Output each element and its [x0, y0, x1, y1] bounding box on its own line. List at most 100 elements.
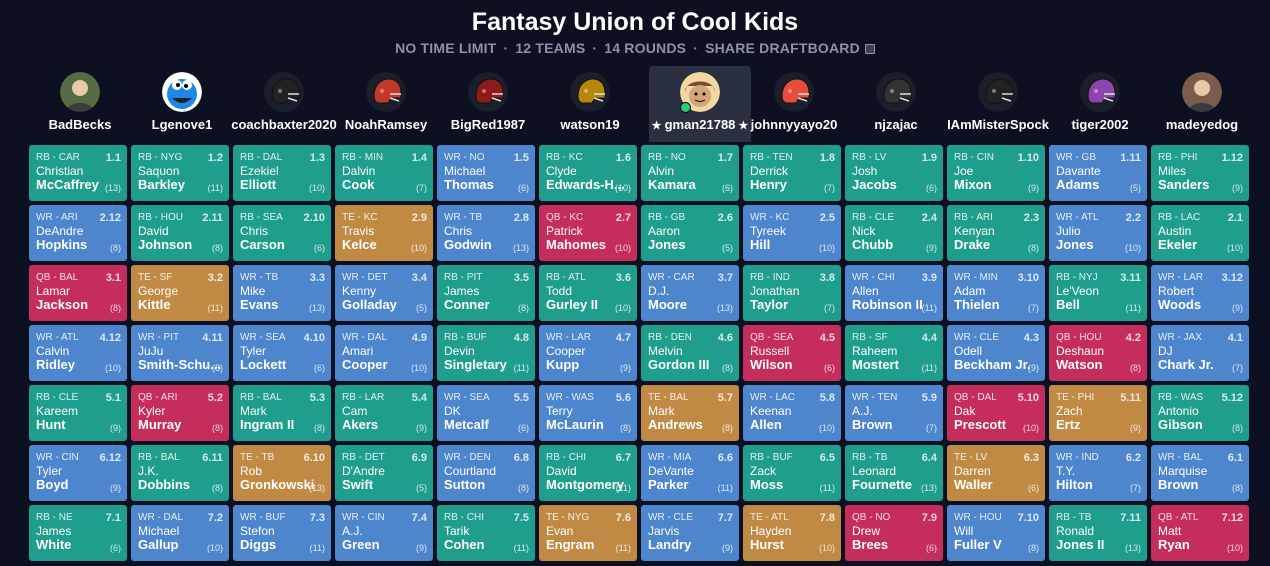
draft-pick-cell[interactable]: WR - DAL 4.9 Amari Cooper (10) — [335, 325, 433, 381]
draft-pick-cell[interactable]: WR - PIT 4.11 JuJu Smith-Schu... (8) — [131, 325, 229, 381]
draft-pick-cell[interactable]: TE - BAL 5.7 Mark Andrews (8) — [641, 385, 739, 441]
draft-pick-cell[interactable]: WR - DEN 6.8 Courtland Sutton (8) — [437, 445, 535, 501]
draft-pick-cell[interactable]: RB - MIN 1.4 Dalvin Cook (7) — [335, 145, 433, 201]
team-column-header[interactable]: NoahRamsey — [335, 66, 437, 142]
draft-pick-cell[interactable]: WR - HOU 7.10 Will Fuller V (8) — [947, 505, 1045, 561]
team-column-header[interactable]: johnnyyayo20 — [743, 66, 845, 142]
draft-pick-cell[interactable]: WR - MIN 3.10 Adam Thielen (7) — [947, 265, 1045, 321]
draft-pick-cell[interactable]: RB - CIN 1.10 Joe Mixon (9) — [947, 145, 1045, 201]
draft-pick-cell[interactable]: RB - DET 6.9 D'Andre Swift (5) — [335, 445, 433, 501]
draft-pick-cell[interactable]: QB - SEA 4.5 Russell Wilson (6) — [743, 325, 841, 381]
draft-pick-cell[interactable]: WR - MIA 6.6 DeVante Parker (11) — [641, 445, 739, 501]
draft-pick-cell[interactable]: RB - CLE 2.4 Nick Chubb (9) — [845, 205, 943, 261]
draft-pick-cell[interactable]: WR - DET 3.4 Kenny Golladay (5) — [335, 265, 433, 321]
draft-pick-cell[interactable]: RB - DEN 4.6 Melvin Gordon III (8) — [641, 325, 739, 381]
draft-pick-cell[interactable]: RB - NE 7.1 James White (6) — [29, 505, 127, 561]
draft-pick-cell[interactable]: WR - WAS 5.6 Terry McLaurin (8) — [539, 385, 637, 441]
draft-pick-cell[interactable]: WR - LAR 3.12 Robert Woods (9) — [1151, 265, 1249, 321]
team-column-header[interactable]: njzajac — [845, 66, 947, 142]
draft-pick-cell[interactable]: QB - ARI 5.2 Kyler Murray (8) — [131, 385, 229, 441]
draft-pick-cell[interactable]: WR - SEA 5.5 DK Metcalf (6) — [437, 385, 535, 441]
team-column-header[interactable]: ★ gman21788 ★ — [649, 66, 751, 142]
draft-pick-cell[interactable]: WR - CAR 3.7 D.J. Moore (13) — [641, 265, 739, 321]
draft-pick-cell[interactable]: RB - TB 7.11 Ronald Jones II (13) — [1049, 505, 1147, 561]
draft-pick-cell[interactable]: RB - ATL 3.6 Todd Gurley II (10) — [539, 265, 637, 321]
draft-pick-cell[interactable]: RB - SEA 2.10 Chris Carson (6) — [233, 205, 331, 261]
draft-pick-cell[interactable]: RB - LAR 5.4 Cam Akers (9) — [335, 385, 433, 441]
draft-pick-cell[interactable]: WR - NO 1.5 Michael Thomas (6) — [437, 145, 535, 201]
draft-pick-cell[interactable]: RB - CAR 1.1 Christian McCaffrey (13) — [29, 145, 127, 201]
draft-pick-cell[interactable]: RB - TB 6.4 Leonard Fournette (13) — [845, 445, 943, 501]
draft-pick-cell[interactable]: QB - NO 7.9 Drew Brees (6) — [845, 505, 943, 561]
share-draftboard-link[interactable]: SHARE DRAFTBOARD — [705, 40, 875, 56]
draft-pick-cell[interactable]: WR - CHI 3.9 Allen Robinson II (11) — [845, 265, 943, 321]
draft-pick-cell[interactable]: RB - PHI 1.12 Miles Sanders (9) — [1151, 145, 1249, 201]
team-column-header[interactable]: IAmMisterSpock — [947, 66, 1049, 142]
draft-pick-cell[interactable]: WR - IND 6.2 T.Y. Hilton (7) — [1049, 445, 1147, 501]
draft-pick-cell[interactable]: RB - BUF 6.5 Zack Moss (11) — [743, 445, 841, 501]
draft-pick-cell[interactable]: TE - NYG 7.6 Evan Engram (11) — [539, 505, 637, 561]
draft-pick-cell[interactable]: TE - LV 6.3 Darren Waller (6) — [947, 445, 1045, 501]
draft-pick-cell[interactable]: RB - BAL 5.3 Mark Ingram II (8) — [233, 385, 331, 441]
draft-pick-cell[interactable]: QB - KC 2.7 Patrick Mahomes (10) — [539, 205, 637, 261]
draft-pick-cell[interactable]: WR - SEA 4.10 Tyler Lockett (6) — [233, 325, 331, 381]
draft-pick-cell[interactable]: WR - DAL 7.2 Michael Gallup (10) — [131, 505, 229, 561]
draft-pick-cell[interactable]: QB - HOU 4.2 Deshaun Watson (8) — [1049, 325, 1147, 381]
team-column-header[interactable]: tiger2002 — [1049, 66, 1151, 142]
draft-pick-cell[interactable]: WR - CLE 7.7 Jarvis Landry (9) — [641, 505, 739, 561]
draft-pick-cell[interactable]: RB - WAS 5.12 Antonio Gibson (8) — [1151, 385, 1249, 441]
draft-pick-cell[interactable]: WR - CLE 4.3 Odell Beckham Jr. (9) — [947, 325, 1045, 381]
draft-pick-cell[interactable]: RB - TEN 1.8 Derrick Henry (7) — [743, 145, 841, 201]
draft-pick-cell[interactable]: RB - CHI 6.7 David Montgomery (11) — [539, 445, 637, 501]
pick-number: 5.11 — [1120, 392, 1141, 404]
draft-pick-cell[interactable]: TE - PHI 5.11 Zach Ertz (9) — [1049, 385, 1147, 441]
draft-pick-cell[interactable]: QB - DAL 5.10 Dak Prescott (10) — [947, 385, 1045, 441]
draft-pick-cell[interactable]: RB - LAC 2.1 Austin Ekeler (10) — [1151, 205, 1249, 261]
draft-pick-cell[interactable]: WR - TEN 5.9 A.J. Brown (7) — [845, 385, 943, 441]
bye-week: (10) — [1226, 243, 1243, 253]
team-column-header[interactable]: Lgenove1 — [131, 66, 233, 142]
draft-pick-cell[interactable]: TE - KC 2.9 Travis Kelce (10) — [335, 205, 433, 261]
team-column-header[interactable]: watson19 — [539, 66, 641, 142]
draft-pick-cell[interactable]: WR - TB 2.8 Chris Godwin (13) — [437, 205, 535, 261]
team-column-header[interactable]: coachbaxter2020 — [231, 66, 337, 142]
draft-pick-cell[interactable]: TE - TB 6.10 Rob Gronkowski (13) — [233, 445, 331, 501]
draft-pick-cell[interactable]: RB - ARI 2.3 Kenyan Drake (8) — [947, 205, 1045, 261]
draft-pick-cell[interactable]: RB - NYG 1.2 Saquon Barkley (11) — [131, 145, 229, 201]
draft-pick-cell[interactable]: WR - JAX 4.1 DJ Chark Jr. (7) — [1151, 325, 1249, 381]
draft-pick-cell[interactable]: WR - LAR 4.7 Cooper Kupp (9) — [539, 325, 637, 381]
draft-pick-cell[interactable]: RB - CHI 7.5 Tarik Cohen (11) — [437, 505, 535, 561]
draft-pick-cell[interactable]: RB - NO 1.7 Alvin Kamara (6) — [641, 145, 739, 201]
draft-pick-cell[interactable]: WR - CIN 7.4 A.J. Green (9) — [335, 505, 433, 561]
draft-pick-cell[interactable]: RB - HOU 2.11 David Johnson (8) — [131, 205, 229, 261]
draft-pick-cell[interactable]: RB - DAL 1.3 Ezekiel Elliott (10) — [233, 145, 331, 201]
draft-pick-cell[interactable]: TE - ATL 7.8 Hayden Hurst (10) — [743, 505, 841, 561]
draft-pick-cell[interactable]: WR - ARI 2.12 DeAndre Hopkins (8) — [29, 205, 127, 261]
draft-pick-cell[interactable]: WR - BUF 7.3 Stefon Diggs (11) — [233, 505, 331, 561]
draft-pick-cell[interactable]: WR - LAC 5.8 Keenan Allen (10) — [743, 385, 841, 441]
team-column-header[interactable]: BadBecks — [29, 66, 131, 142]
draft-pick-cell[interactable]: WR - ATL 2.2 Julio Jones (10) — [1049, 205, 1147, 261]
draft-pick-cell[interactable]: RB - BAL 6.11 J.K. Dobbins (8) — [131, 445, 229, 501]
draft-pick-cell[interactable]: RB - BUF 4.8 Devin Singletary (11) — [437, 325, 535, 381]
team-column-header[interactable]: madeyedog — [1151, 66, 1253, 142]
draft-pick-cell[interactable]: RB - GB 2.6 Aaron Jones (5) — [641, 205, 739, 261]
draft-pick-cell[interactable]: RB - NYJ 3.11 Le'Veon Bell (11) — [1049, 265, 1147, 321]
draft-pick-cell[interactable]: RB - IND 3.8 Jonathan Taylor (7) — [743, 265, 841, 321]
draft-pick-cell[interactable]: WR - KC 2.5 Tyreek Hill (10) — [743, 205, 841, 261]
draft-pick-cell[interactable]: WR - BAL 6.1 Marquise Brown (8) — [1151, 445, 1249, 501]
copy-icon[interactable] — [864, 44, 875, 54]
draft-pick-cell[interactable]: TE - SF 3.2 George Kittle (11) — [131, 265, 229, 321]
draft-pick-cell[interactable]: WR - ATL 4.12 Calvin Ridley (10) — [29, 325, 127, 381]
draft-pick-cell[interactable]: RB - PIT 3.5 James Conner (8) — [437, 265, 535, 321]
draft-pick-cell[interactable]: RB - CLE 5.1 Kareem Hunt (9) — [29, 385, 127, 441]
draft-pick-cell[interactable]: RB - LV 1.9 Josh Jacobs (6) — [845, 145, 943, 201]
team-column-header[interactable]: BigRed1987 — [437, 66, 539, 142]
draft-pick-cell[interactable]: WR - GB 1.11 Davante Adams (5) — [1049, 145, 1147, 201]
draft-pick-cell[interactable]: QB - BAL 3.1 Lamar Jackson (8) — [29, 265, 127, 321]
draft-pick-cell[interactable]: RB - KC 1.6 Clyde Edwards-H... (10) — [539, 145, 637, 201]
draft-pick-cell[interactable]: RB - SF 4.4 Raheem Mostert (11) — [845, 325, 943, 381]
draft-pick-cell[interactable]: WR - TB 3.3 Mike Evans (13) — [233, 265, 331, 321]
draft-pick-cell[interactable]: QB - ATL 7.12 Matt Ryan (10) — [1151, 505, 1249, 561]
draft-pick-cell[interactable]: WR - CIN 6.12 Tyler Boyd (9) — [29, 445, 127, 501]
